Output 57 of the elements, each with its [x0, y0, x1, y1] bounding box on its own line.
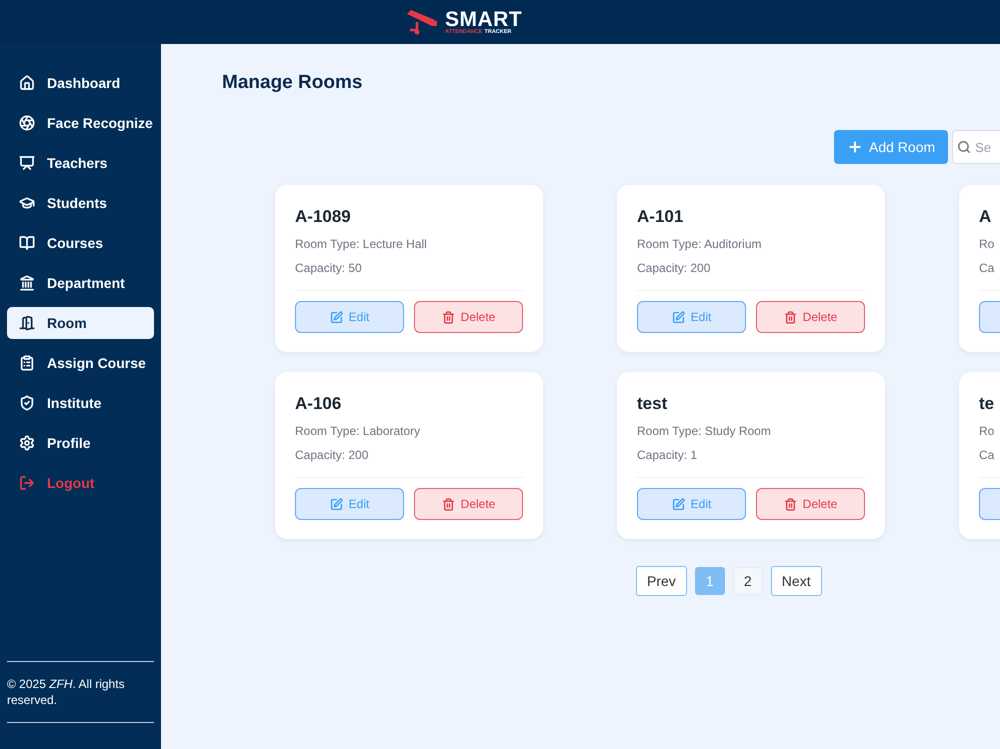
trash-icon	[784, 310, 797, 324]
room-capacity: Ca	[979, 261, 996, 275]
aperture-icon	[19, 115, 35, 131]
trash-icon	[442, 498, 455, 510]
shield-icon	[19, 395, 35, 411]
book-icon	[19, 235, 35, 251]
room-name: te	[979, 394, 996, 414]
room-type: Room Type: Laboratory	[295, 424, 422, 438]
sidebar-item[interactable]: Institute	[7, 387, 154, 419]
room-name: test	[637, 394, 668, 414]
edit-icon	[330, 498, 343, 510]
edit-icon	[672, 498, 685, 510]
room-capacity: Capacity: 1	[637, 448, 698, 462]
trash-icon	[442, 310, 455, 324]
sidebar-item[interactable]: Students	[7, 187, 154, 219]
next-button[interactable]: Next	[770, 566, 822, 596]
sidebar-item[interactable]: Face Recognize	[7, 107, 154, 139]
prev-button[interactable]: Prev	[636, 566, 687, 596]
trash-icon	[784, 498, 797, 510]
room-capacity: Capacity: 200	[637, 261, 712, 275]
sidebar-item[interactable]: Profile	[7, 427, 154, 459]
copyright-text: © 2025 ZFH. All rights reserved.	[7, 661, 154, 723]
logout-icon	[19, 475, 35, 491]
room-capacity: Capacity: 200	[295, 448, 370, 462]
page-title: Manage Rooms	[222, 72, 364, 94]
room-type: Ro	[979, 424, 996, 438]
settings-icon	[19, 435, 35, 451]
room-type: Ro	[979, 237, 996, 251]
sidebar-item[interactable]: Teachers	[7, 147, 154, 179]
graduation-cap-icon	[19, 195, 35, 211]
room-capacity: Ca	[979, 448, 996, 462]
edit-icon	[672, 310, 685, 324]
presentation-icon	[19, 155, 35, 171]
search-icon	[957, 140, 972, 154]
brand-name: SMART	[445, 8, 522, 30]
room-capacity: Capacity: 50	[295, 261, 363, 275]
edit-icon	[330, 310, 343, 324]
room-type: Room Type: Auditorium	[637, 237, 763, 251]
door-icon	[19, 315, 35, 331]
room-name: A	[979, 207, 992, 227]
sidebar-item[interactable]: Assign Course	[7, 347, 154, 379]
plus-icon	[847, 139, 863, 155]
sidebar-item[interactable]: Courses	[7, 227, 154, 259]
search-field[interactable]: Se	[952, 130, 1000, 164]
home-icon	[19, 75, 35, 91]
clipboard-icon	[19, 355, 35, 371]
sidebar-item[interactable]: Room	[7, 307, 154, 339]
security-camera-icon	[405, 8, 439, 36]
room-name: A-101	[637, 207, 684, 227]
sidebar-item[interactable]: Department	[7, 267, 154, 299]
page-button[interactable]: 2	[732, 567, 763, 595]
bank-icon	[19, 275, 35, 291]
sidebar-item[interactable]: Dashboard	[7, 67, 154, 99]
room-name: A-1089	[295, 207, 352, 227]
room-type: Room Type: Lecture Hall	[295, 237, 428, 251]
room-type: Room Type: Study Room	[637, 424, 772, 438]
room-name: A-106	[295, 394, 342, 414]
